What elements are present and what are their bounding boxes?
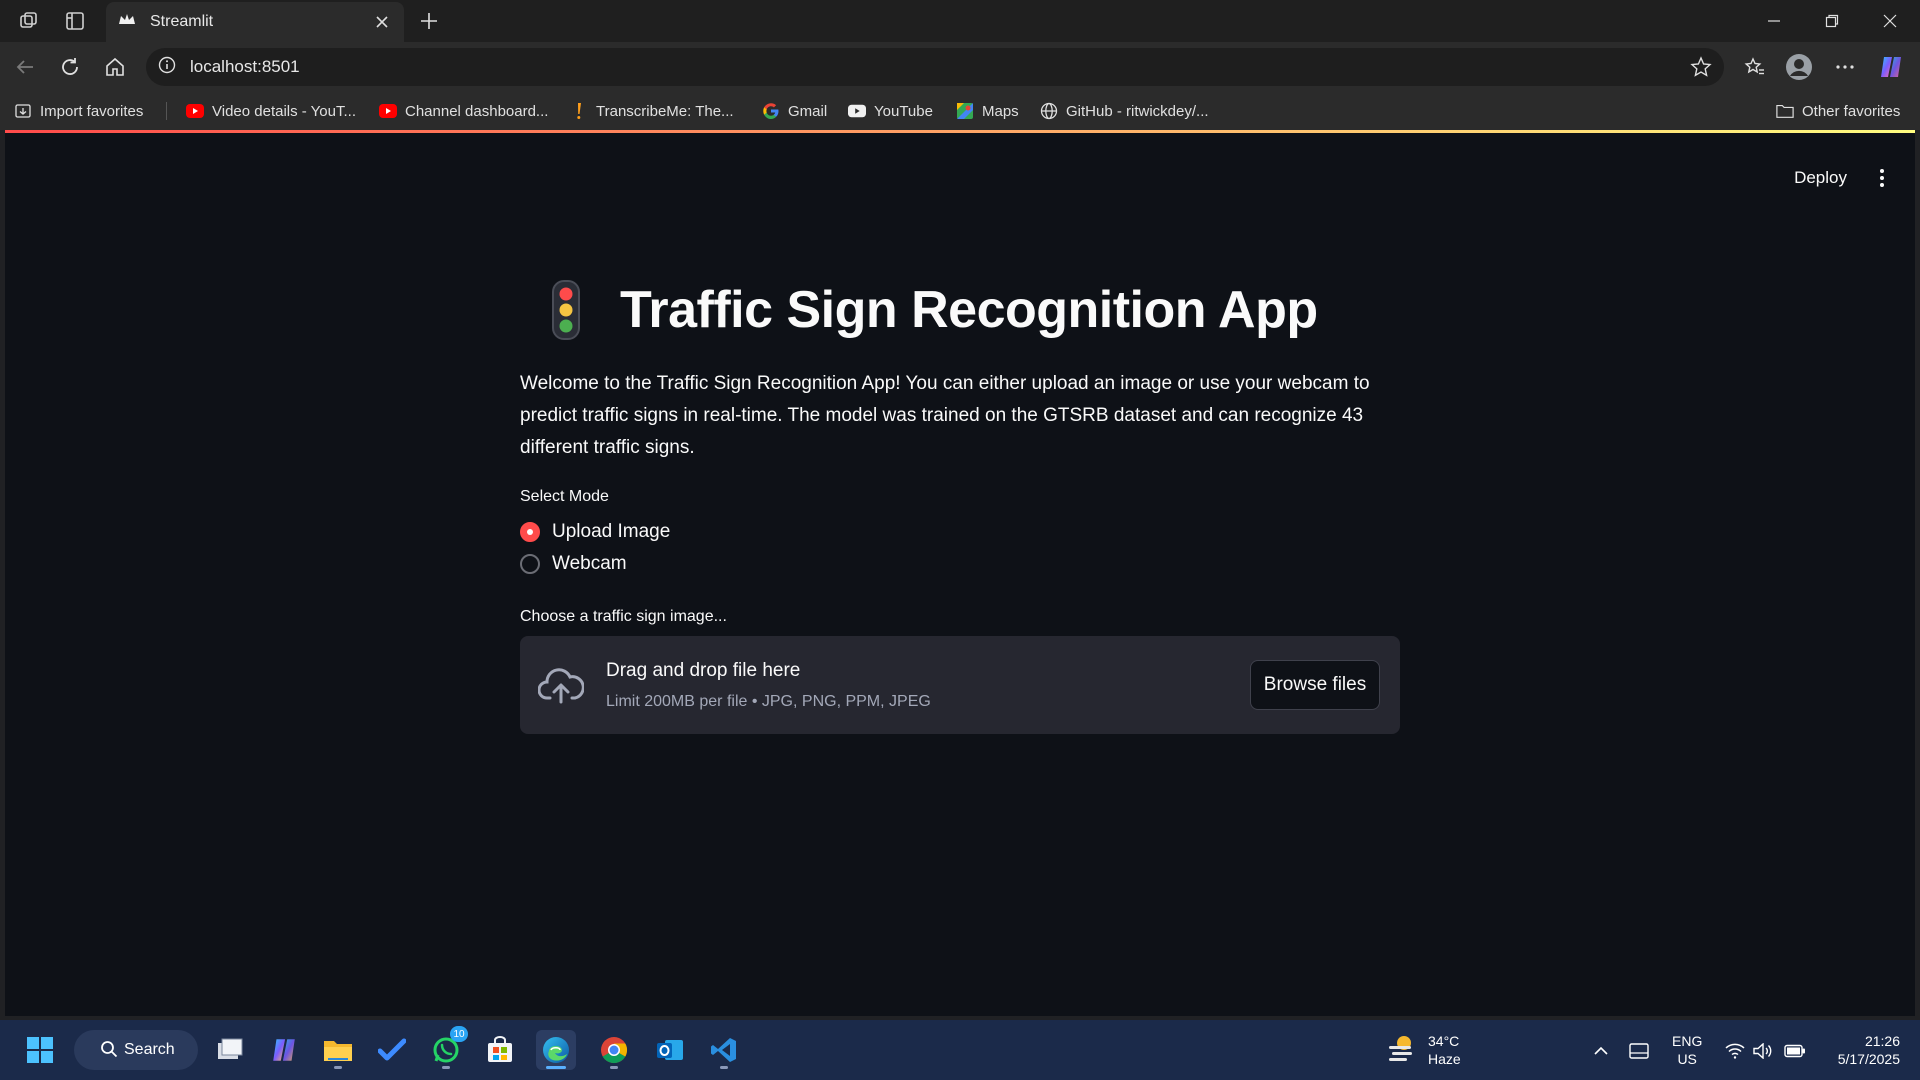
bookmarks-divider	[166, 102, 167, 120]
youtube-icon	[379, 102, 397, 120]
chevron-up-icon[interactable]	[1590, 1040, 1612, 1062]
back-icon[interactable]	[10, 52, 40, 82]
refresh-icon[interactable]	[55, 52, 85, 82]
volume-icon[interactable]	[1752, 1040, 1774, 1062]
restore-icon[interactable]	[1812, 6, 1852, 36]
close-tab-icon[interactable]	[372, 12, 392, 32]
task-view-icon[interactable]	[210, 1030, 250, 1070]
page-title: Traffic Sign Recognition App	[620, 281, 1318, 339]
battery-icon[interactable]	[1784, 1040, 1806, 1062]
bookmarks-bar: Import favorites Video details - YouT...…	[0, 92, 1920, 130]
edge-icon[interactable]	[536, 1030, 576, 1070]
site-info-icon[interactable]	[158, 56, 176, 79]
dropzone-title: Drag and drop file here	[606, 660, 801, 681]
weather-widget[interactable]: 34°C Haze	[1386, 1030, 1461, 1070]
weather-temp: 34°C	[1428, 1033, 1460, 1049]
new-tab-icon[interactable]	[416, 8, 442, 34]
intro-text: Welcome to the Traffic Sign Recognition …	[520, 373, 1370, 458]
folder-icon	[1776, 102, 1794, 120]
streamlit-page: Deploy Traffic Sign Recognition App Welc…	[5, 130, 1915, 1016]
chrome-icon[interactable]	[594, 1030, 634, 1070]
bookmark-youtube[interactable]: YouTube	[848, 100, 933, 122]
windows-taskbar: Search 10 34°C Haze ENG US 21:26 5/17/20…	[0, 1020, 1920, 1080]
wifi-icon[interactable]	[1724, 1040, 1746, 1062]
start-icon[interactable]	[20, 1030, 60, 1070]
workspaces-icon[interactable]	[16, 8, 42, 34]
bookmark-video-details[interactable]: Video details - YouT...	[186, 100, 356, 122]
uploader-label: Choose a traffic sign image...	[520, 608, 727, 625]
main-content: Traffic Sign Recognition App Welcome to …	[520, 270, 1405, 734]
cloud-upload-icon	[538, 668, 584, 704]
youtube-icon	[848, 102, 866, 120]
bookmark-transcribeme[interactable]: TranscribeMe: The...	[570, 100, 734, 122]
weather-condition: Haze	[1428, 1051, 1461, 1067]
bookmark-maps[interactable]: Maps	[956, 100, 1019, 122]
deploy-button[interactable]: Deploy	[1782, 160, 1859, 196]
browser-toolbar: localhost:8501	[0, 42, 1920, 92]
exclamation-icon	[570, 102, 588, 120]
bookmark-other-favorites[interactable]: Other favorites	[1776, 100, 1900, 122]
whatsapp-icon[interactable]: 10	[426, 1026, 468, 1070]
main-menu-icon[interactable]	[1867, 162, 1897, 194]
favorite-star-icon[interactable]	[1690, 56, 1712, 78]
more-options-icon[interactable]	[1830, 52, 1860, 82]
clock-date: 5/17/2025	[1837, 1051, 1900, 1067]
bookmark-gmail[interactable]: Gmail	[762, 100, 827, 122]
home-icon[interactable]	[100, 52, 130, 82]
address-bar[interactable]: localhost:8501	[146, 48, 1724, 86]
haze-weather-icon	[1386, 1033, 1418, 1068]
streamlit-crown-icon	[118, 12, 136, 33]
copilot-icon[interactable]	[1876, 52, 1906, 82]
browse-files-button[interactable]: Browse files	[1250, 660, 1380, 710]
mode-radio-group: Upload Image Webcam	[520, 516, 1405, 580]
bookmark-github[interactable]: GitHub - ritwickdey/...	[1040, 100, 1209, 122]
radio-selected-icon[interactable]	[520, 522, 540, 542]
tab-title: Streamlit	[150, 13, 214, 30]
microsoft-store-icon[interactable]	[480, 1030, 520, 1070]
dropzone-limits: Limit 200MB per file • JPG, PNG, PPM, JP…	[606, 693, 931, 710]
notification-badge: 10	[450, 1026, 468, 1042]
system-clock[interactable]: 21:26 5/17/2025	[1820, 1032, 1900, 1068]
taskbar-search[interactable]: Search	[74, 1030, 198, 1070]
tab-strip: Streamlit	[0, 0, 1920, 42]
file-dropzone[interactable]: Drag and drop file here Limit 200MB per …	[520, 636, 1400, 734]
radio-webcam[interactable]: Webcam	[520, 548, 1405, 580]
traffic-light-icon	[552, 280, 580, 340]
vertical-tabs-icon[interactable]	[62, 8, 88, 34]
google-icon	[762, 102, 780, 120]
outlook-icon[interactable]	[650, 1030, 690, 1070]
minimize-icon[interactable]	[1754, 6, 1794, 36]
profile-avatar[interactable]	[1784, 52, 1814, 82]
browser-window: Streamlit localhost:8501 Import favorite…	[0, 0, 1920, 1020]
maps-icon	[956, 102, 974, 120]
url-text[interactable]: localhost:8501	[190, 57, 300, 77]
mode-label: Select Mode	[520, 488, 609, 505]
page-title-row: Traffic Sign Recognition App	[520, 270, 1405, 350]
youtube-icon	[186, 102, 204, 120]
onscreen-keyboard-icon[interactable]	[1628, 1040, 1650, 1062]
bookmark-import-favorites[interactable]: Import favorites	[14, 100, 143, 122]
file-explorer-icon[interactable]	[318, 1030, 358, 1070]
todo-icon[interactable]	[372, 1030, 412, 1070]
favorites-icon[interactable]	[1740, 52, 1770, 82]
clock-time: 21:26	[1864, 1033, 1900, 1049]
header-decoration	[5, 130, 1915, 133]
import-icon	[14, 102, 32, 120]
bookmark-channel-dashboard[interactable]: Channel dashboard...	[379, 100, 548, 122]
input-language[interactable]: ENG US	[1672, 1032, 1702, 1068]
radio-upload-image[interactable]: Upload Image	[520, 516, 1405, 548]
tab-streamlit[interactable]: Streamlit	[106, 2, 404, 42]
search-icon	[100, 1040, 118, 1063]
radio-unselected-icon[interactable]	[520, 554, 540, 574]
close-window-icon[interactable]	[1870, 6, 1910, 36]
globe-icon	[1040, 102, 1058, 120]
vscode-icon[interactable]	[704, 1030, 744, 1070]
copilot-app-icon[interactable]	[264, 1030, 304, 1070]
